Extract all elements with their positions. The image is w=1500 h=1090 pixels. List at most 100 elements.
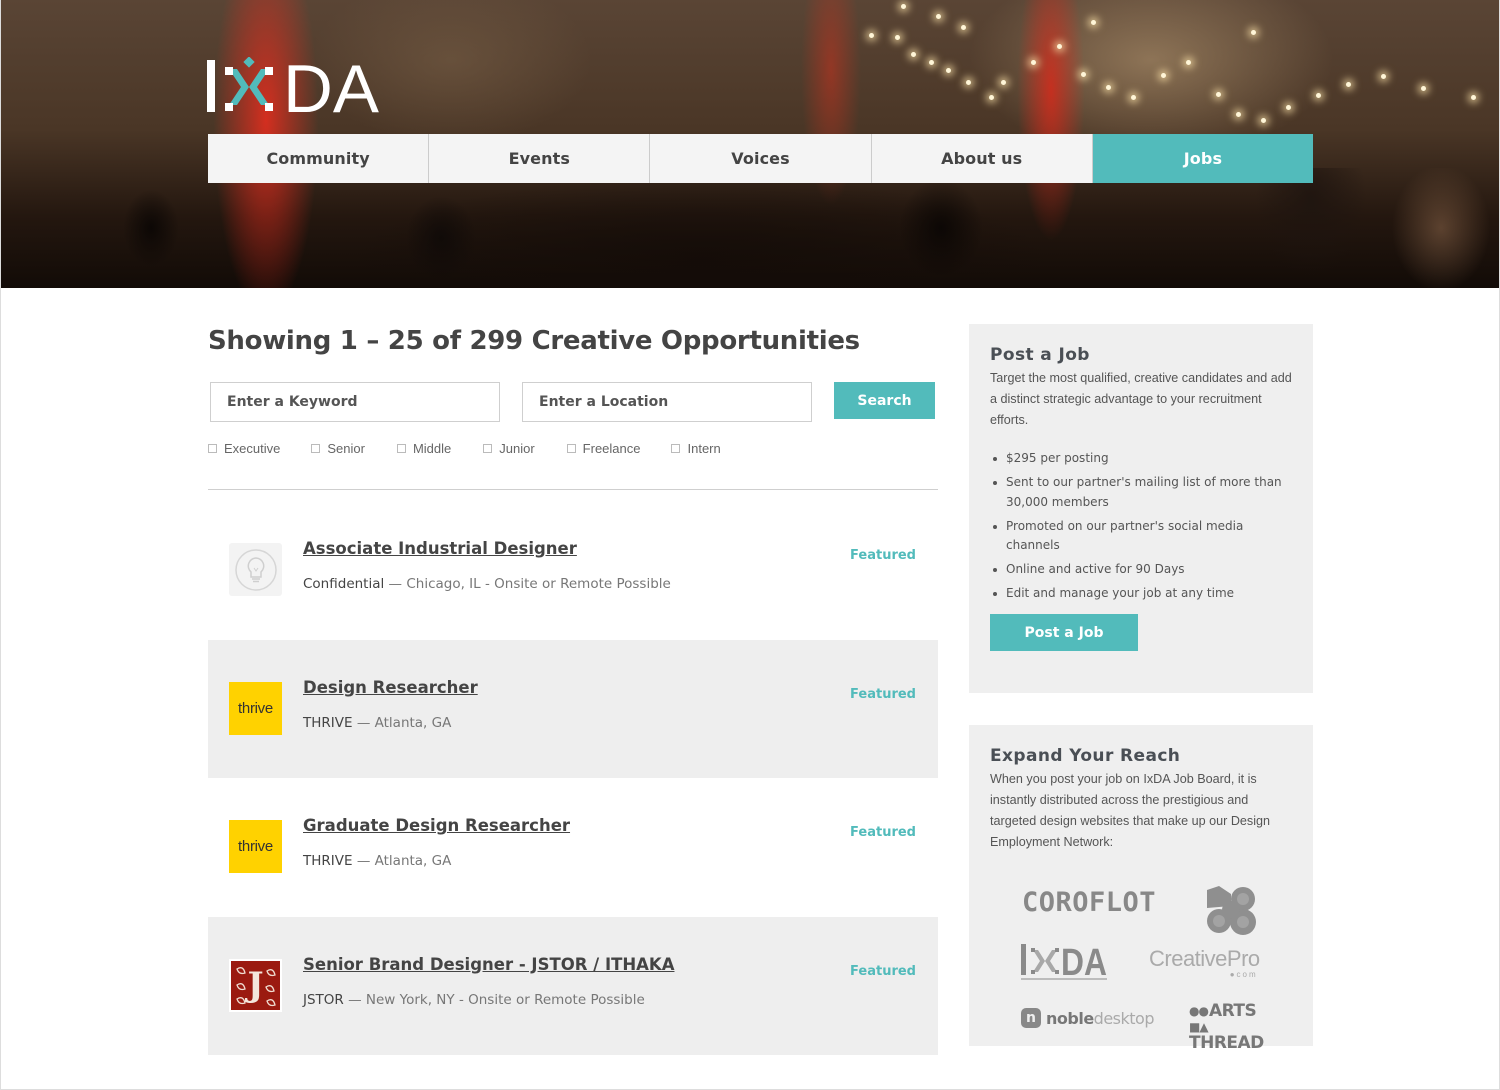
company-logo: thrive [229, 681, 282, 735]
post-job-perks: $295 per posting Sent to our partner's m… [990, 449, 1292, 604]
experience-filters: Executive Senior Middle Junior Freelance… [208, 440, 721, 456]
post-job-description: Target the most qualified, creative cand… [990, 371, 1292, 427]
thrive-logo-text: thrive [238, 838, 273, 855]
perk-item: Online and active for 90 Days [990, 560, 1292, 580]
arts-thread-shapes-icon: ●● ■▲ [1189, 1004, 1209, 1034]
arts-thread-logo[interactable]: ●● ■▲ARTS THREAD [1189, 1001, 1264, 1053]
job-meta: THRIVE — Atlanta, GA [303, 715, 451, 731]
perk-item: Promoted on our partner's social media c… [990, 517, 1292, 556]
post-job-title: Post a Job [990, 345, 1090, 365]
company-name: JSTOR [303, 991, 344, 1008]
post-job-panel: Post a Job Target the most qualified, cr… [969, 324, 1313, 693]
perk-item: $295 per posting [990, 449, 1292, 469]
meta-separator: — [352, 853, 375, 869]
expand-reach-panel: Expand Your Reach When you post your job… [969, 725, 1313, 1052]
jstor-logo: J [231, 960, 280, 1010]
nav-item-about-us[interactable]: About us [871, 134, 1093, 183]
featured-badge: Featured [850, 686, 916, 702]
nav-item-community[interactable]: Community [208, 134, 430, 183]
perk-item: Edit and manage your job at any time [990, 584, 1292, 604]
search-button[interactable]: Search [834, 382, 935, 419]
filter-label: Freelance [582, 440, 641, 456]
meta-separator: — [343, 991, 366, 1008]
filter-label: Middle [412, 440, 452, 456]
divider [208, 489, 938, 490]
svg-text:DA: DA [283, 57, 379, 113]
noble-text: noble [1046, 1008, 1094, 1028]
featured-badge: Featured [850, 963, 916, 979]
arts-text: ARTS [1208, 1001, 1257, 1021]
expand-reach-description: When you post your job on IxDA Job Board… [990, 772, 1271, 849]
meta-separator: — [384, 576, 407, 592]
noble-desktop-icon: n [1021, 1008, 1041, 1028]
meta-separator: — [352, 714, 375, 731]
job-title[interactable]: Design Researcher [303, 678, 478, 697]
company-logo [229, 543, 282, 596]
filter-label: Intern [687, 440, 721, 456]
thrive-logo-text: thrive [238, 699, 273, 717]
company-name: THRIVE [303, 853, 353, 869]
job-listing[interactable]: thrive Design Researcher THRIVE — Atlant… [208, 639, 938, 778]
company-name: THRIVE [303, 714, 353, 731]
lightbulb-icon [234, 548, 277, 591]
company-logo: J [229, 958, 282, 1012]
job-listing[interactable]: J Senior Brand Designer - JSTOR / ITHAKA… [208, 916, 938, 1055]
job-listing[interactable]: Associate Industrial Designer Confidenti… [208, 501, 938, 640]
desktop-text: desktop [1093, 1008, 1155, 1028]
job-location: Chicago, IL - Onsite or Remote Possible [406, 576, 671, 592]
checkbox[interactable] [483, 443, 493, 453]
keyword-input[interactable] [210, 382, 500, 422]
ixda-logo[interactable]: DA [207, 57, 379, 113]
creativepro-text: CreativePro [1149, 946, 1260, 971]
job-listing[interactable]: thrive Graduate Design Researcher THRIVE… [208, 778, 938, 917]
job-list: Associate Industrial Designer Confidenti… [208, 501, 938, 1055]
featured-badge: Featured [850, 548, 916, 563]
job-location: Atlanta, GA [374, 714, 452, 731]
filter-senior[interactable]: Senior [311, 441, 365, 456]
moo-logo-mark [1207, 886, 1256, 935]
job-location: Atlanta, GA [374, 853, 452, 869]
filter-label: Senior [327, 440, 365, 456]
checkbox[interactable] [566, 443, 576, 453]
post-job-button[interactable]: Post a Job [990, 614, 1138, 651]
job-meta: THRIVE — Atlanta, GA [303, 853, 451, 869]
creativepro-suffix: ●com [1229, 970, 1258, 979]
job-meta: Confidential — Chicago, IL - Onsite or R… [303, 576, 671, 592]
results-title: Showing 1 – 25 of 299 Creative Opportuni… [208, 326, 860, 356]
main-nav: Community Events Voices About us Jobs [208, 134, 1314, 183]
filter-middle[interactable]: Middle [396, 440, 452, 456]
nav-item-events[interactable]: Events [429, 134, 651, 183]
filter-junior[interactable]: Junior [483, 441, 535, 456]
jstor-letter: J [247, 965, 264, 1005]
checkbox[interactable] [671, 443, 681, 453]
checkbox[interactable] [208, 443, 217, 453]
perk-item: Sent to our partner's mailing list of mo… [990, 473, 1292, 512]
company-logo: thrive [229, 820, 282, 873]
company-name: Confidential [303, 576, 385, 592]
nav-item-voices[interactable]: Voices [650, 134, 872, 183]
featured-badge: Featured [850, 825, 916, 840]
checkbox[interactable] [311, 443, 321, 453]
thread-text: THREAD [1189, 1033, 1264, 1053]
svg-text:DA: DA [1061, 942, 1107, 982]
location-input[interactable] [522, 382, 812, 422]
job-title[interactable]: Senior Brand Designer - JSTOR / ITHAKA [303, 955, 674, 974]
expand-reach-title: Expand Your Reach [990, 746, 1181, 766]
crowd-silhouettes [1, 168, 1499, 288]
checkbox[interactable] [396, 443, 406, 453]
ixda-logo-mark: DA [207, 57, 379, 113]
filter-label: Executive [224, 440, 281, 456]
noble-desktop-logo[interactable]: n noble desktop [1021, 1008, 1155, 1028]
job-title[interactable]: Associate Industrial Designer [303, 539, 577, 558]
moo-logo[interactable] [1205, 886, 1257, 936]
ixda-partner-logo[interactable]: DA [1021, 942, 1109, 987]
search-form: Search [208, 382, 938, 422]
creativepro-logo[interactable]: CreativePro ●com [1149, 946, 1260, 979]
job-location: New York, NY - Onsite or Remote Possible [365, 991, 645, 1008]
nav-item-jobs[interactable]: Jobs [1092, 134, 1314, 183]
filter-freelance[interactable]: Freelance [566, 440, 641, 456]
coroflot-logo[interactable]: COROFLOT [1022, 887, 1156, 918]
filter-intern[interactable]: Intern [671, 440, 721, 456]
filter-executive[interactable]: Executive [208, 441, 280, 456]
job-title[interactable]: Graduate Design Researcher [303, 816, 570, 835]
